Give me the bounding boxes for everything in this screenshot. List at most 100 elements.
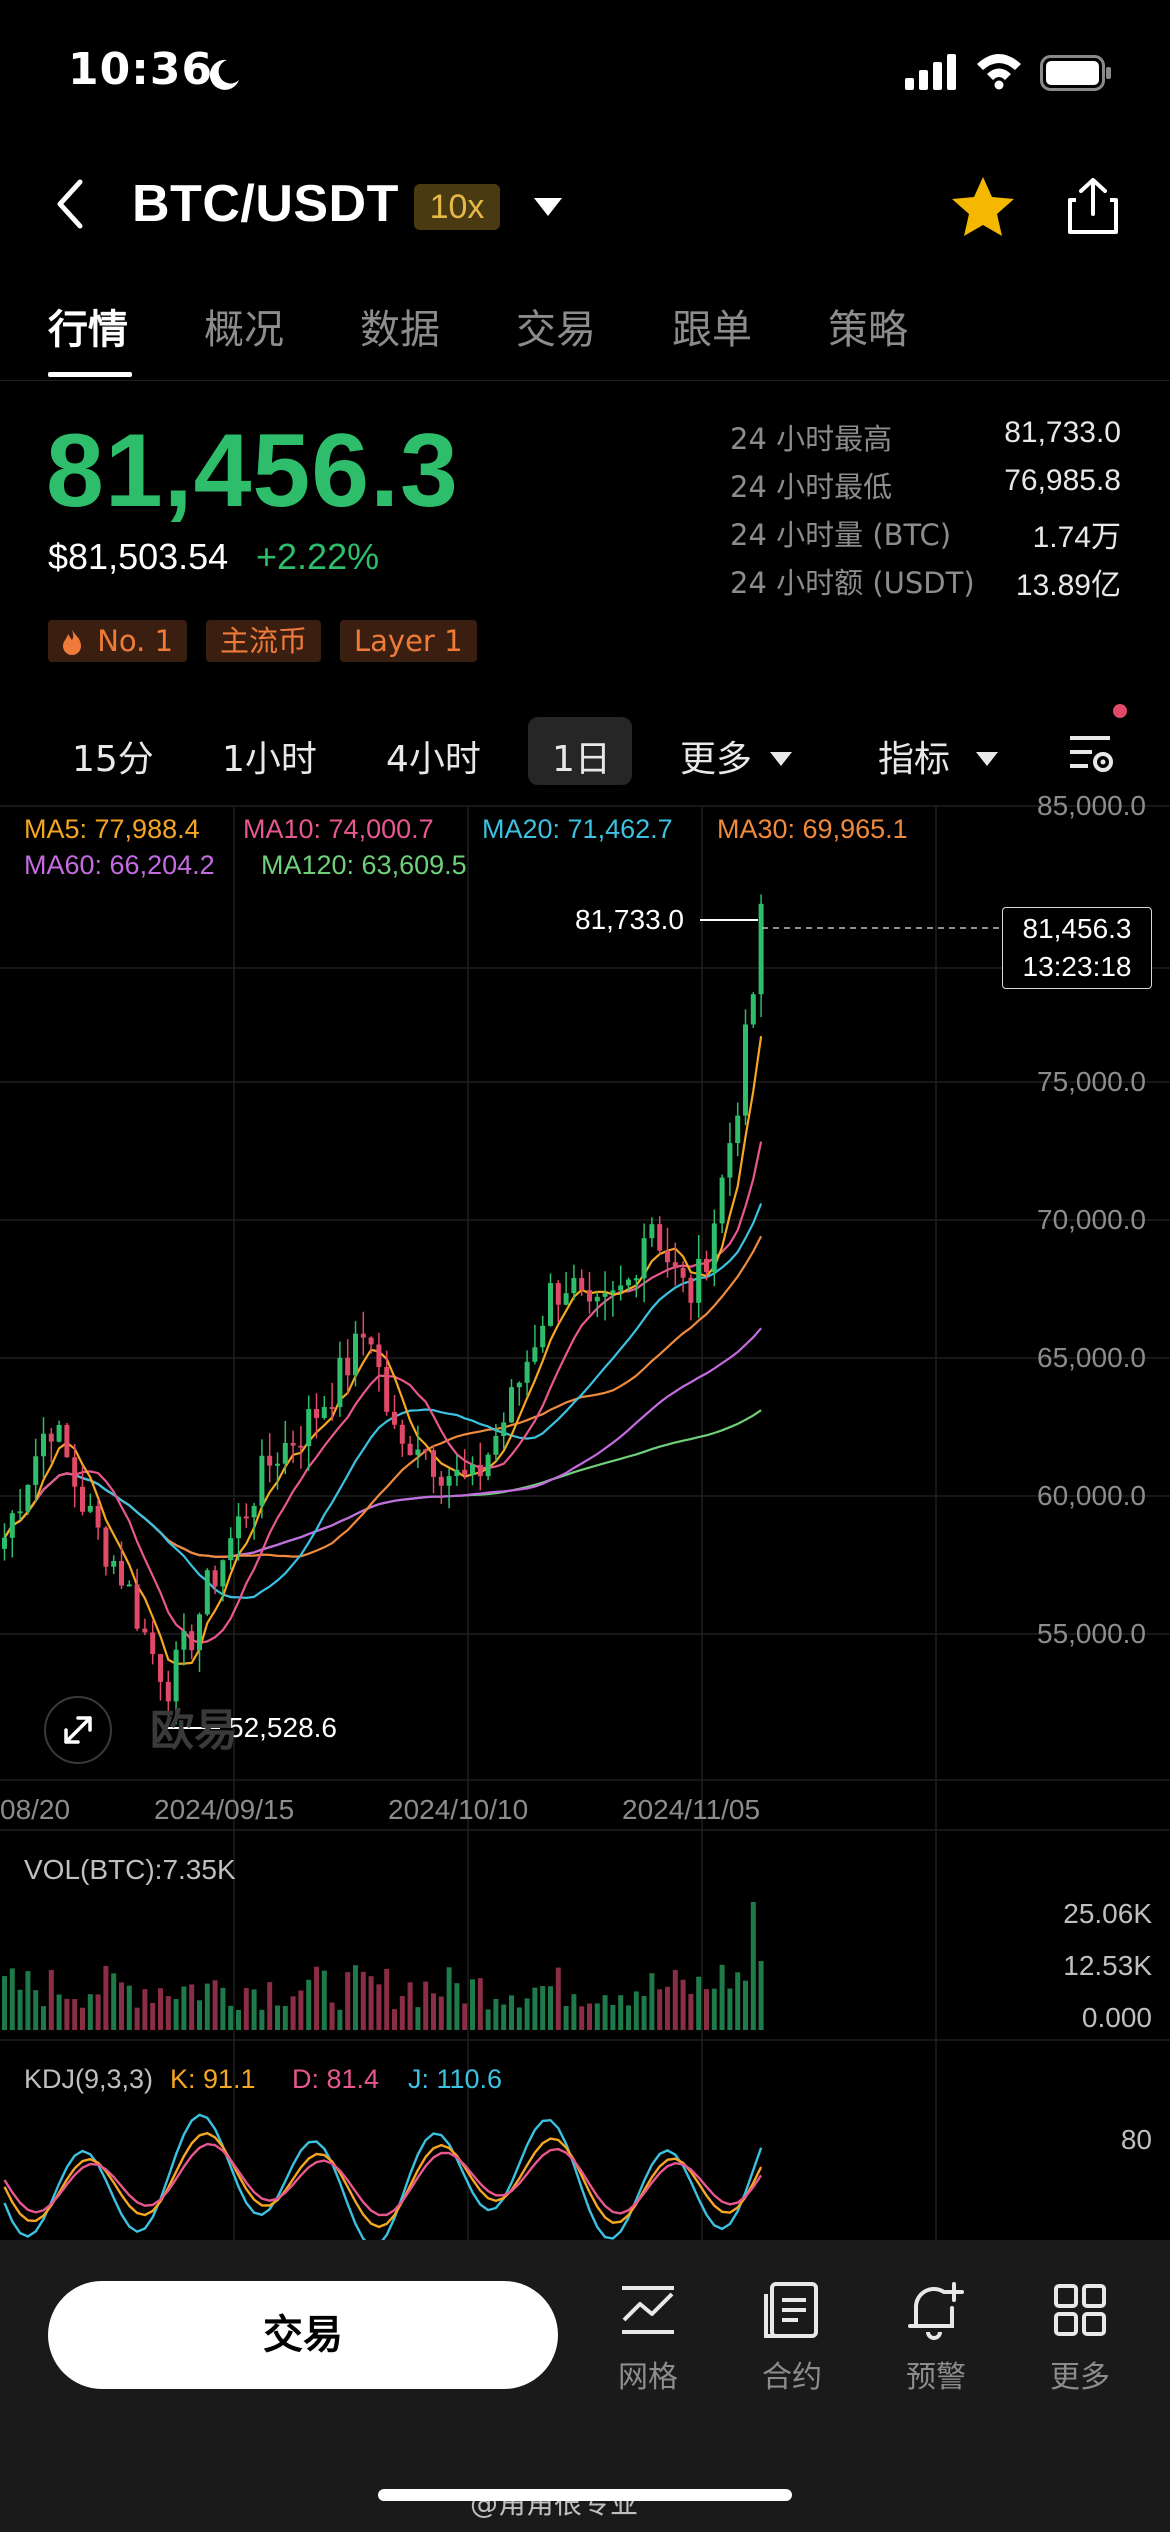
tab-trade[interactable]: 交易 bbox=[516, 297, 596, 355]
candle-body bbox=[345, 1357, 351, 1376]
candle-body bbox=[743, 1024, 748, 1116]
volume-bar bbox=[485, 2009, 491, 2030]
chevron-down-icon[interactable] bbox=[532, 196, 564, 222]
interval-1h[interactable]: 1小时 bbox=[222, 730, 317, 782]
volume-bar bbox=[212, 1980, 218, 2030]
volume-bar bbox=[353, 1965, 358, 2030]
stat-turnover-label: 24 小时额 (USDT) bbox=[730, 566, 975, 600]
interval-15m[interactable]: 15分 bbox=[72, 730, 154, 782]
candle-body bbox=[87, 1505, 93, 1512]
tabs-divider bbox=[0, 380, 1170, 381]
battery-icon bbox=[1040, 55, 1112, 95]
candle-body bbox=[618, 1285, 624, 1291]
candle-body bbox=[25, 1484, 31, 1512]
y-label-75000: 75,000.0 bbox=[1037, 1066, 1146, 1097]
candle-body bbox=[610, 1290, 616, 1294]
favorite-star-icon[interactable] bbox=[950, 175, 1016, 243]
candle-body bbox=[243, 1516, 249, 1519]
leverage-badge[interactable]: 10x bbox=[414, 184, 500, 230]
rank-tag[interactable]: No. 1 bbox=[48, 620, 188, 662]
category-tag[interactable]: 主流币 bbox=[206, 620, 322, 662]
volume-bar bbox=[532, 1987, 538, 2030]
volume-bar bbox=[228, 2005, 234, 2030]
candle-body bbox=[407, 1443, 413, 1456]
indicator-menu-label: 指标 bbox=[878, 739, 951, 780]
volume-bar bbox=[251, 1989, 257, 2030]
countdown: 13:23:18 bbox=[1022, 951, 1132, 982]
candle-body bbox=[688, 1277, 694, 1303]
indicator-menu[interactable]: 指标 bbox=[878, 730, 999, 782]
volume-bar bbox=[711, 1988, 717, 2030]
contract-icon bbox=[764, 2282, 818, 2338]
share-icon[interactable] bbox=[1066, 176, 1120, 240]
volume-bar bbox=[165, 1996, 171, 2030]
chart-settings-icon[interactable] bbox=[1068, 732, 1116, 780]
candle-body bbox=[602, 1293, 608, 1297]
volume-bar bbox=[438, 1996, 444, 2030]
interval-more[interactable]: 更多 bbox=[680, 730, 793, 782]
interval-4h[interactable]: 4小时 bbox=[386, 730, 481, 782]
volume-bar bbox=[579, 2006, 585, 2030]
candle-body bbox=[633, 1278, 639, 1281]
volume-bar bbox=[610, 2004, 616, 2030]
volume-bar bbox=[665, 1986, 670, 2030]
back-icon[interactable] bbox=[52, 176, 88, 236]
candle-body bbox=[657, 1224, 663, 1251]
kdj-d: D: 81.4 bbox=[292, 2064, 380, 2094]
tab-market[interactable]: 行情 bbox=[48, 297, 128, 355]
tab-overview[interactable]: 概况 bbox=[204, 297, 284, 355]
candle-body bbox=[696, 1258, 702, 1303]
volume-bar bbox=[9, 1968, 15, 2030]
apps-grid-icon bbox=[1054, 2284, 1106, 2336]
volume-bar bbox=[56, 1994, 62, 2030]
more-button[interactable]: 更多 bbox=[1020, 2280, 1140, 2396]
ma20-line bbox=[3, 1203, 763, 1600]
trade-button[interactable]: 交易 bbox=[48, 2281, 558, 2389]
candle-body bbox=[540, 1325, 546, 1348]
tab-data[interactable]: 数据 bbox=[360, 297, 440, 355]
candle-body bbox=[423, 1449, 429, 1452]
volume-bar bbox=[64, 1998, 70, 2030]
volume-bar bbox=[298, 1990, 304, 2030]
volume-bar bbox=[641, 1995, 647, 2030]
layer-tag[interactable]: Layer 1 bbox=[340, 620, 477, 662]
volume-bar bbox=[368, 1976, 374, 2030]
ma10-line bbox=[3, 1141, 763, 1644]
candle-body bbox=[33, 1456, 39, 1485]
kline-chart[interactable] bbox=[0, 800, 1170, 2240]
volume-bar bbox=[220, 1987, 226, 2030]
candle-body bbox=[563, 1293, 569, 1305]
candle-body bbox=[727, 1143, 733, 1178]
contract-button[interactable]: 合约 bbox=[732, 2280, 852, 2396]
x-label-1010: 2024/10/10 bbox=[388, 1794, 529, 1825]
vol-label-max: 25.06K bbox=[1063, 1898, 1152, 1929]
alert-button[interactable]: 预警 bbox=[876, 2280, 996, 2396]
volume-bar bbox=[236, 2009, 241, 2030]
candle-body bbox=[119, 1560, 124, 1586]
candle-body bbox=[189, 1631, 195, 1651]
fullscreen-button[interactable] bbox=[44, 1696, 112, 1764]
y-label-60000: 60,000.0 bbox=[1037, 1480, 1146, 1511]
candle-body bbox=[72, 1457, 78, 1487]
ma60-line bbox=[3, 1327, 762, 1559]
volume-bar bbox=[587, 2003, 592, 2030]
candle-body bbox=[368, 1337, 374, 1345]
volume-bar bbox=[329, 2002, 335, 2030]
interval-1d[interactable]: 1日 bbox=[552, 730, 611, 782]
pair-title[interactable]: BTC/USDT bbox=[132, 174, 399, 234]
tab-copy-trading[interactable]: 跟单 bbox=[672, 297, 752, 355]
grid-trading-button[interactable]: 网格 bbox=[588, 2280, 708, 2396]
stat-low-value: 76,985.8 bbox=[1004, 464, 1121, 497]
candle-body bbox=[353, 1333, 358, 1376]
candle-body bbox=[626, 1279, 631, 1286]
candle-body bbox=[275, 1463, 280, 1466]
candle-body bbox=[56, 1424, 62, 1442]
tab-strategy[interactable]: 策略 bbox=[828, 297, 908, 355]
kdj-title: KDJ(9,3,3) bbox=[24, 2064, 154, 2094]
candle-body bbox=[314, 1409, 319, 1418]
volume-bar bbox=[150, 2002, 156, 2030]
kdj-level-label: 80 bbox=[1120, 2124, 1152, 2155]
volume-bar bbox=[2, 1976, 7, 2030]
volume-bar bbox=[95, 1994, 101, 2030]
volume-bar bbox=[204, 1983, 210, 2030]
